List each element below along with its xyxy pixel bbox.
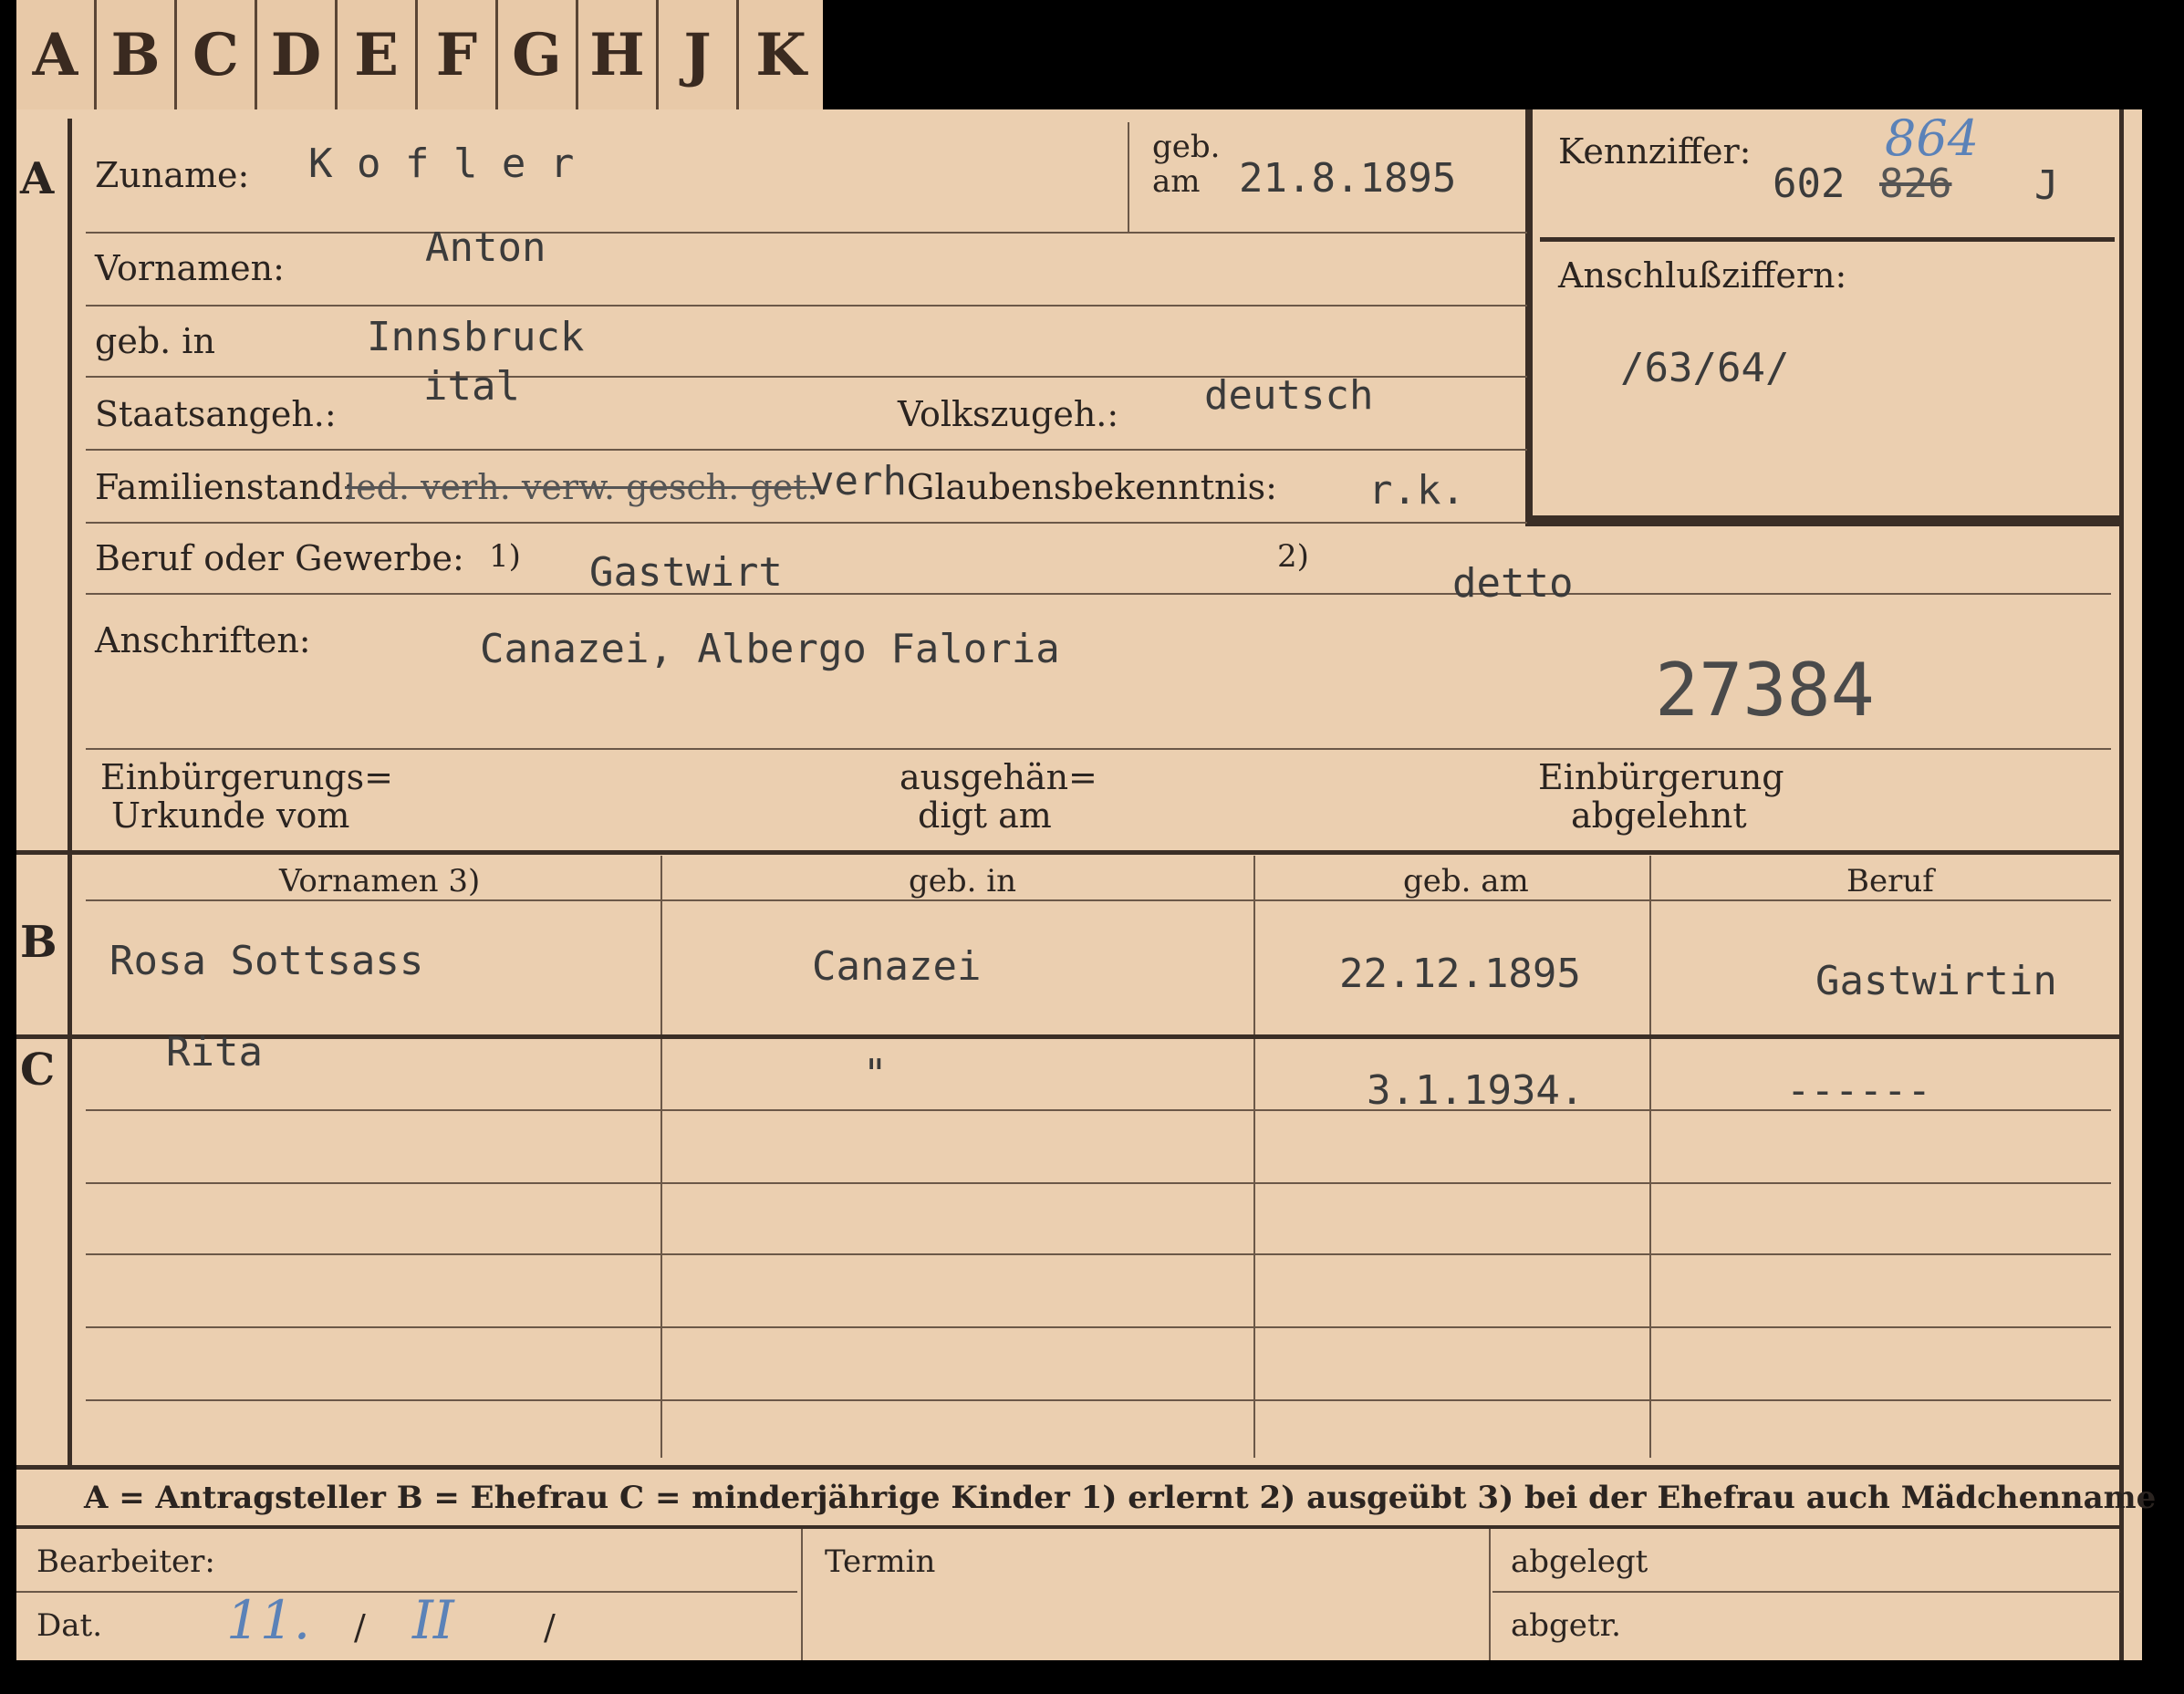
birthplace-value: Innsbruck bbox=[367, 314, 585, 360]
deadline-label: Termin bbox=[825, 1543, 936, 1580]
firstnames-value: Anton bbox=[425, 224, 546, 271]
wife-birthdate: 22.12.1895 bbox=[1339, 951, 1581, 997]
kennziffer-handwritten: 864 bbox=[1885, 109, 1980, 167]
table-header-birthplace: geb. in bbox=[909, 863, 1017, 899]
naturalization-cert-label-2: Urkunde vom bbox=[111, 795, 350, 836]
index-card: A B C Zuname: K o f l e r geb. am 21.8.1… bbox=[16, 109, 2156, 1660]
marital-status-options: led. verh. verw. gesch. get. bbox=[345, 467, 818, 507]
religion-value: r.k. bbox=[1368, 467, 1465, 514]
occupation-note1: 1) bbox=[489, 538, 521, 575]
citizenship-label: Staatsangeh.: bbox=[95, 394, 337, 434]
kennziffer-struck: 826 bbox=[1879, 161, 1952, 207]
tab-d[interactable]: D bbox=[257, 0, 338, 109]
section-a-label: A bbox=[20, 153, 55, 204]
index-tab-strip: A B C D E F G H J K bbox=[16, 0, 823, 109]
surname-value: K o f l e r bbox=[308, 140, 575, 187]
anschluss-value: /63/64/ bbox=[1620, 345, 1790, 391]
marital-status-value: verh bbox=[810, 458, 907, 504]
wife-occupation: Gastwirtin bbox=[1815, 958, 2057, 1004]
child-firstname: Rita bbox=[166, 1029, 263, 1076]
table-header-birthdate: geb. am bbox=[1403, 863, 1529, 899]
legend: A = Antragsteller B = Ehefrau C = minder… bbox=[84, 1480, 2157, 1516]
religion-label: Glaubensbekenntnis: bbox=[907, 467, 1277, 507]
tab-h[interactable]: H bbox=[578, 0, 659, 109]
date-slash-1: / bbox=[354, 1607, 366, 1647]
child-occupation: ------ bbox=[1786, 1067, 1931, 1114]
tab-e[interactable]: E bbox=[338, 0, 418, 109]
addresses-label: Anschriften: bbox=[95, 620, 311, 660]
naturalization-refused-label-1: Einbürgerung bbox=[1538, 757, 1784, 797]
surname-label: Zuname: bbox=[95, 155, 250, 195]
anschluss-label: Anschlußziffern: bbox=[1558, 255, 1847, 296]
occupation-practiced-value: detto bbox=[1452, 560, 1574, 607]
child-birthdate: 3.1.1934. bbox=[1367, 1067, 1585, 1114]
table-header-firstnames: Vornamen 3) bbox=[279, 863, 481, 899]
kennziffer-prefix: 602 bbox=[1773, 161, 1846, 207]
ethnicity-label: Volkszugeh.: bbox=[898, 394, 1119, 434]
date-day: 11. bbox=[226, 1589, 311, 1651]
firstnames-label: Vornamen: bbox=[95, 248, 285, 288]
birthplace-label: geb. in bbox=[95, 321, 215, 361]
filed-label: abgelegt bbox=[1511, 1543, 1648, 1580]
birthdate-value: 21.8.1895 bbox=[1239, 155, 1457, 202]
handed-out-label-1: ausgehän= bbox=[900, 757, 1097, 797]
handed-out-label-2: digt am bbox=[918, 795, 1052, 836]
tab-b[interactable]: B bbox=[97, 0, 177, 109]
tab-c[interactable]: C bbox=[177, 0, 257, 109]
addresses-value: Canazei, Albergo Faloria bbox=[480, 626, 1060, 672]
wife-firstname: Rosa Sottsass bbox=[109, 938, 424, 984]
stamp-number: 27384 bbox=[1655, 648, 1875, 733]
separated-label: abgetr. bbox=[1511, 1607, 1621, 1644]
marital-status-label: Familienstand: bbox=[95, 467, 355, 507]
citizenship-value: ital bbox=[423, 363, 520, 410]
tab-k[interactable]: K bbox=[739, 0, 823, 109]
naturalization-cert-label-1: Einbürgerungs= bbox=[100, 757, 393, 797]
section-c-label: C bbox=[20, 1044, 56, 1096]
birthdate-label: geb. am bbox=[1152, 129, 1221, 200]
child-birthplace: " bbox=[863, 1051, 888, 1097]
date-slash-2: / bbox=[544, 1607, 556, 1647]
tab-f[interactable]: F bbox=[418, 0, 498, 109]
tab-j[interactable]: J bbox=[659, 0, 739, 109]
table-header-occupation: Beruf bbox=[1846, 863, 1934, 899]
tab-g[interactable]: G bbox=[498, 0, 578, 109]
processor-label: Bearbeiter: bbox=[36, 1543, 215, 1580]
section-b-label: B bbox=[20, 917, 57, 968]
kennziffer-label: Kennziffer: bbox=[1558, 131, 1752, 171]
date-label: Dat. bbox=[36, 1607, 103, 1644]
date-month: II bbox=[412, 1589, 454, 1651]
ethnicity-value: deutsch bbox=[1204, 372, 1374, 419]
occupation-note2: 2) bbox=[1277, 538, 1309, 575]
tab-a[interactable]: A bbox=[16, 0, 97, 109]
occupation-label: Beruf oder Gewerbe: bbox=[95, 538, 464, 578]
kennziffer-suffix: J bbox=[2034, 162, 2059, 209]
wife-birthplace: Canazei bbox=[812, 943, 982, 990]
occupation-value: Gastwirt bbox=[589, 549, 783, 596]
naturalization-refused-label-2: abgelehnt bbox=[1571, 795, 1747, 836]
